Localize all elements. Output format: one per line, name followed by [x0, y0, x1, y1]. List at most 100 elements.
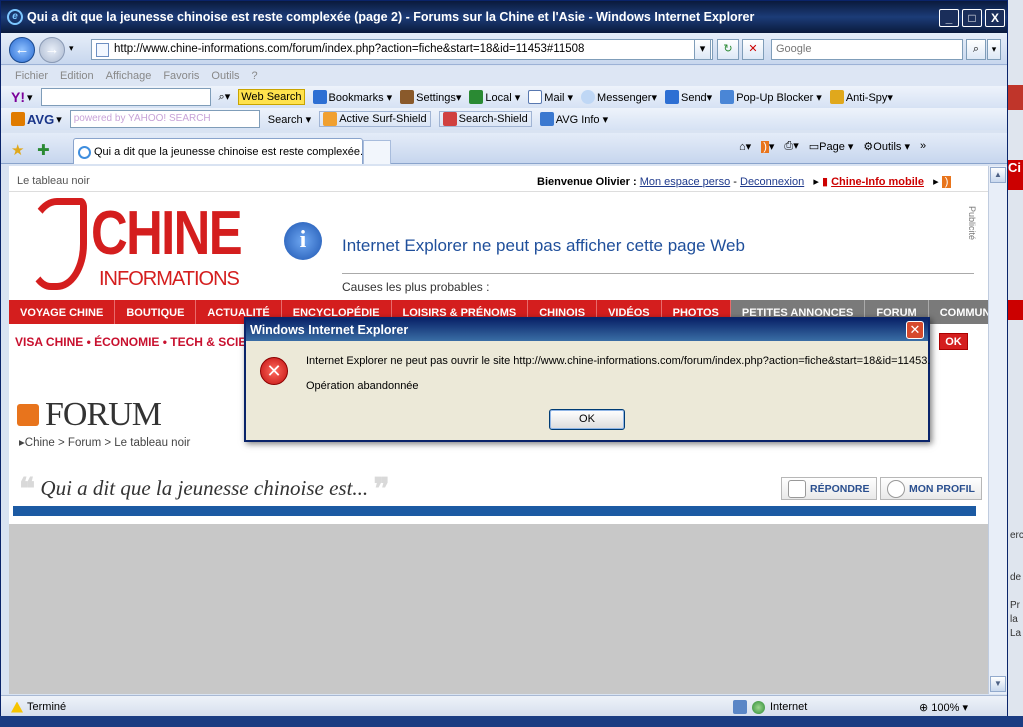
more-tools-button[interactable]: » [920, 140, 926, 152]
ad-divider [342, 273, 974, 274]
tools-menu-button[interactable]: ⚙Outils ▾ [863, 140, 910, 153]
yahoo-search-input[interactable] [40, 88, 211, 106]
rss-icon: ) [761, 140, 769, 153]
security-zone[interactable]: Internet [733, 700, 807, 714]
menu-outils[interactable]: Outils [211, 70, 239, 86]
dialog-title[interactable]: Windows Internet Explorer [246, 319, 928, 341]
send-button[interactable]: Send▾ [664, 90, 712, 104]
favorites-star-icon[interactable]: ★ [11, 141, 24, 159]
page-menu-button[interactable]: ▭Page ▾ [809, 140, 854, 153]
avg-info-button[interactable]: AVG Info ▾ [539, 112, 608, 126]
avg-logo[interactable]: AVG ▾ [11, 112, 62, 127]
nav-boutique[interactable]: BOUTIQUE [115, 300, 197, 324]
mail-button[interactable]: Mail ▾ [528, 90, 573, 104]
ie-window: e Qui a dit que la jeunesse chinoise est… [0, 0, 1008, 727]
topic-title: ❝ Qui a dit que la jeunesse chinoise est… [19, 472, 390, 507]
print-button[interactable]: ⎙▾ [784, 139, 798, 153]
popup-blocker-button[interactable]: Pop-Up Blocker ▾ [720, 90, 822, 104]
new-tab-button[interactable] [363, 140, 391, 164]
title-bar[interactable]: e Qui a dit que la jeunesse chinoise est… [1, 1, 1007, 33]
close-quote-icon: ❞ [373, 473, 390, 506]
menu-help[interactable]: ? [252, 70, 258, 86]
avg-info-icon [539, 112, 554, 126]
active-surf-shield-button[interactable]: Active Surf-Shield [319, 111, 431, 127]
stop-icon[interactable]: ✕ [742, 39, 764, 60]
search-options-icon[interactable]: ▾ [987, 39, 1001, 60]
yahoo-logo-icon[interactable]: Y! ▾ [11, 89, 33, 105]
scroll-down-icon[interactable]: ▼ [990, 676, 1006, 692]
address-input[interactable]: http://www.chine-informations.com/forum/… [91, 39, 713, 60]
history-dropdown-icon[interactable]: ▾ [69, 43, 74, 54]
local-button[interactable]: Local ▾ [469, 90, 520, 104]
minimize-button[interactable]: _ [939, 9, 959, 27]
search-icon[interactable]: ⌕ [966, 39, 986, 60]
tab-current[interactable]: Qui a dit que la jeunesse chinoise est r… [73, 138, 363, 164]
status-text: Terminé [27, 701, 67, 713]
error-icon: ✕ [260, 357, 288, 385]
breadcrumb[interactable]: ▸Chine > Forum > Le tableau noir [19, 435, 190, 449]
menu-affichage[interactable]: Affichage [106, 70, 152, 86]
nav-voyage[interactable]: VOYAGE CHINE [9, 300, 116, 324]
forum-header: FORUM [17, 396, 162, 434]
warning-icon[interactable] [11, 701, 23, 713]
back-button[interactable]: ← [9, 37, 35, 63]
chine-info-mobile-link[interactable]: Chine-Info mobile [831, 176, 924, 188]
messenger-button[interactable]: Messenger▾ [581, 90, 657, 104]
menu-bar: Fichier Edition Affichage Favoris Outils… [1, 66, 1007, 86]
feeds-button[interactable]: ) ▾ [761, 140, 774, 153]
search-shield-button[interactable]: Search-Shield [438, 111, 532, 127]
separator: - [733, 176, 740, 188]
espace-perso-link[interactable]: Mon espace perso [640, 176, 731, 188]
dialog-status: Opération abandonnée [306, 380, 419, 392]
error-dialog: Windows Internet Explorer ✕ ✕ Internet E… [244, 317, 930, 442]
nav-communaute[interactable]: COMMUNAUTÉ [928, 300, 988, 324]
home-button[interactable]: ⌂▾ [739, 140, 751, 153]
web-search-button[interactable]: Web Search [238, 89, 305, 105]
publicite-label: Publicité [967, 206, 977, 241]
vertical-scrollbar[interactable]: ▲ ▼ [988, 166, 1007, 694]
rss-feed-icon[interactable]: ) [941, 176, 952, 188]
site-top-row: Le tableau noir Bienvenue Olivier : Mon … [9, 166, 988, 192]
window-title: Qui a dit que la jeunesse chinoise est r… [27, 10, 755, 24]
avg-toolbar: AVG ▾ powered by YAHOO! SEARCH Search ▾ … [1, 108, 1007, 130]
refresh-icon[interactable]: ↻ [717, 39, 739, 60]
info-icon: i [284, 222, 322, 260]
deconnexion-link[interactable]: Deconnexion [740, 176, 804, 188]
topic-divider-bar [13, 506, 976, 516]
menu-fichier[interactable]: Fichier [15, 70, 48, 86]
settings-button[interactable]: Settings▾ [400, 90, 461, 104]
address-dropdown-icon[interactable]: ▾ [694, 39, 711, 60]
profile-button[interactable]: MON PROFIL [880, 477, 982, 500]
add-favorite-icon[interactable]: ✚ [37, 141, 50, 159]
dialog-close-button[interactable]: ✕ [906, 321, 924, 339]
avg-search-input[interactable]: powered by YAHOO! SEARCH [69, 110, 260, 128]
menu-edition[interactable]: Edition [60, 70, 94, 86]
ok-badge[interactable]: OK [939, 333, 968, 350]
page-icon: ▭ [808, 140, 820, 153]
reply-button[interactable]: RÉPONDRE [781, 477, 877, 500]
bg-red-band [1008, 85, 1023, 110]
zone-text: Internet [770, 701, 808, 713]
welcome-line: Bienvenue Olivier : Mon espace perso - D… [537, 175, 952, 188]
maximize-button[interactable]: □ [962, 9, 982, 27]
bookmarks-button[interactable]: Bookmarks ▾ [312, 90, 392, 104]
bookmarks-icon [312, 90, 327, 104]
taskbar [0, 716, 1023, 727]
sub-nav[interactable]: VISA CHINE • ÉCONOMIE • TECH & SCIEN [15, 335, 255, 349]
forward-button[interactable]: → [39, 37, 65, 63]
close-button[interactable]: X [985, 9, 1005, 27]
menu-favoris[interactable]: Favoris [163, 70, 199, 86]
bg-red-block [1008, 300, 1023, 320]
zoom-control[interactable]: ⊕ 100% ▾ [919, 701, 968, 714]
anti-spy-button[interactable]: Anti-Spy▾ [829, 90, 893, 104]
avg-search-button[interactable]: Search ▾ [268, 113, 311, 126]
ad-frame: i Internet Explorer ne peut pas afficher… [262, 196, 974, 294]
dialog-ok-button[interactable]: OK [549, 409, 625, 430]
forum-rss-icon[interactable] [17, 404, 39, 426]
search-input[interactable]: Google [771, 39, 963, 60]
scroll-up-icon[interactable]: ▲ [990, 167, 1006, 183]
local-icon [469, 90, 484, 104]
site-logo[interactable]: CHINE INFORMATIONS [27, 198, 247, 294]
yahoo-search-icon[interactable]: ⌕▾ [219, 90, 231, 104]
zoom-icon: ⊕ [919, 702, 929, 714]
